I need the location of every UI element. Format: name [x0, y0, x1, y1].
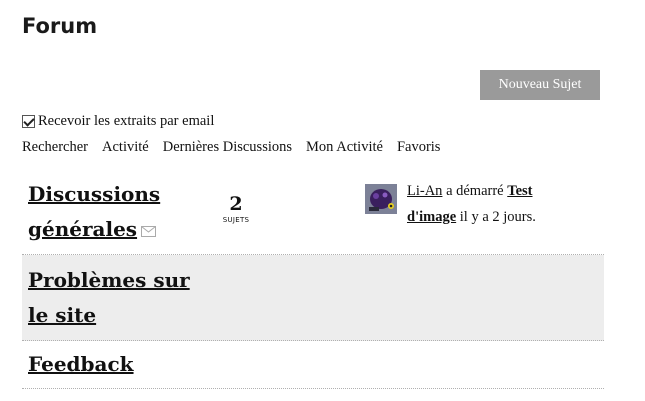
- category-title-feedback[interactable]: Feedback: [28, 352, 134, 376]
- email-digest-checkbox[interactable]: [22, 115, 35, 128]
- new-topic-button[interactable]: Nouveau Sujet: [480, 70, 600, 100]
- avatar-image: [365, 184, 397, 214]
- forum-nav: Rechercher Activité Dernières Discussion…: [22, 139, 440, 156]
- category-list: Discussions générales 2 SUJETS Li-An a d…: [22, 172, 604, 389]
- activity-user-link[interactable]: Li-An: [407, 183, 442, 199]
- envelope-icon[interactable]: [141, 226, 157, 237]
- category-title-site-problems-line2[interactable]: le site: [28, 303, 96, 327]
- activity-time: il y a 2 jours.: [459, 209, 536, 225]
- category-row-site-problems: Problèmes sur le site: [22, 255, 604, 341]
- avatar[interactable]: [365, 184, 397, 214]
- category-title-general[interactable]: Discussions: [28, 182, 160, 206]
- category-title-general-line2[interactable]: générales: [28, 217, 137, 241]
- latest-activity: Li-An a démarré Test d'image il y a 2 jo…: [407, 178, 577, 230]
- page-title: Forum: [22, 14, 98, 38]
- tab-my-activity[interactable]: Mon Activité: [306, 139, 383, 156]
- tab-search[interactable]: Rechercher: [22, 139, 88, 156]
- tab-favorites[interactable]: Favoris: [397, 139, 441, 156]
- topic-count-label: SUJETS: [222, 216, 250, 224]
- activity-topic-link[interactable]: Test: [507, 183, 532, 199]
- category-title-site-problems[interactable]: Problèmes sur: [28, 268, 190, 292]
- topic-count: 2 SUJETS: [218, 192, 254, 224]
- activity-topic-link-line2[interactable]: d'image: [407, 209, 456, 225]
- email-digest-option: Recevoir les extraits par email: [22, 113, 214, 130]
- topic-count-number: 2: [229, 193, 243, 215]
- tab-latest-discussions[interactable]: Dernières Discussions: [163, 139, 292, 156]
- tab-activity[interactable]: Activité: [102, 139, 149, 156]
- email-digest-label[interactable]: Recevoir les extraits par email: [38, 113, 214, 130]
- activity-action: a démarré: [446, 183, 504, 199]
- category-row-general: Discussions générales 2 SUJETS Li-An a d…: [22, 172, 604, 255]
- category-row-feedback: Feedback: [22, 341, 604, 389]
